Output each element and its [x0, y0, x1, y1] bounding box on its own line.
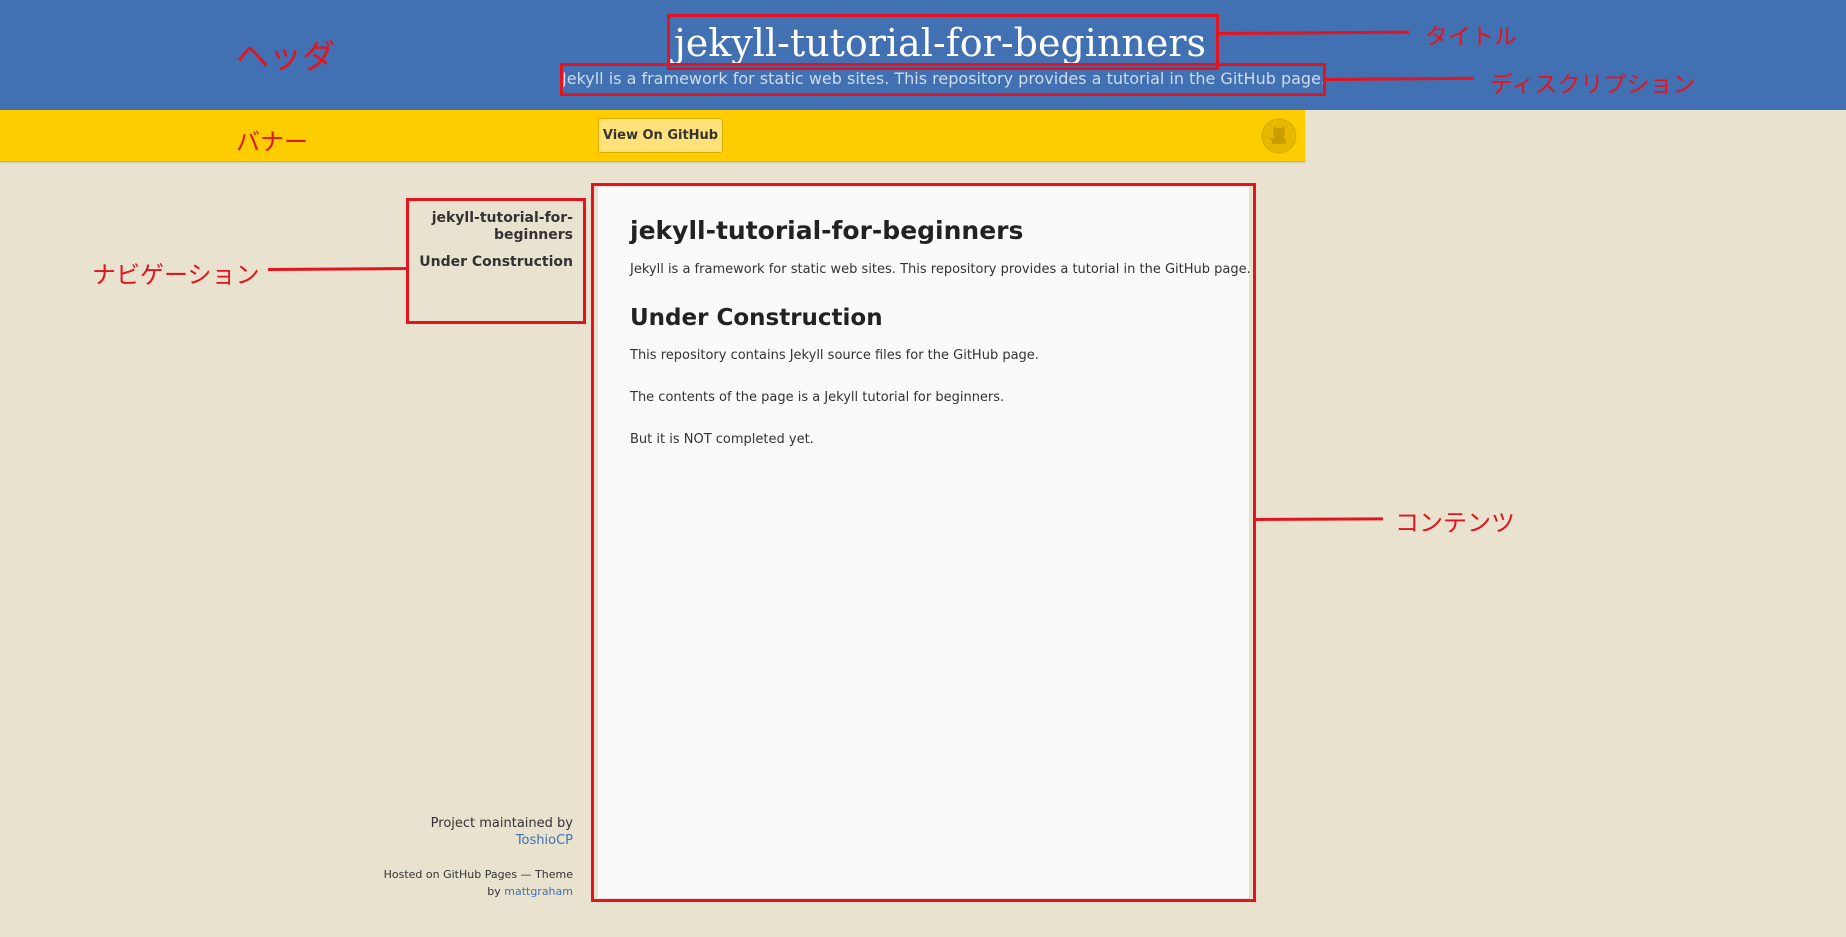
navigation-annotation-line	[267, 267, 409, 271]
navigation-annotation-box	[406, 198, 586, 324]
maintainer-credit: Project maintained by ToshioCP	[373, 815, 573, 849]
theme-credit: Hosted on GitHub Pages — Theme by mattgr…	[373, 866, 573, 900]
title-annotation-box	[667, 14, 1219, 70]
title-annotation-label: タイトル	[1425, 24, 1517, 50]
content-annotation-label: コンテンツ	[1395, 509, 1515, 537]
content-annotation-box	[591, 183, 1256, 902]
description-annotation-label: ディスクリプション	[1490, 72, 1696, 98]
content-annotation-line	[1255, 517, 1384, 521]
header-annotation-label: ヘッダ	[236, 37, 335, 76]
description-annotation-box	[560, 63, 1326, 96]
banner: View On GitHub	[0, 110, 1305, 162]
maintained-by-text: Project maintained by	[430, 816, 573, 831]
github-octocat-icon[interactable]	[1261, 118, 1297, 154]
banner-annotation-label: バナー	[236, 128, 308, 156]
credits: Project maintained by ToshioCP Hosted on…	[373, 815, 573, 900]
view-on-github-button[interactable]: View On GitHub	[598, 118, 723, 153]
maintainer-link[interactable]: ToshioCP	[516, 833, 573, 848]
navigation-annotation-label: ナビゲーション	[92, 261, 260, 289]
theme-author-link[interactable]: mattgraham	[504, 885, 573, 898]
